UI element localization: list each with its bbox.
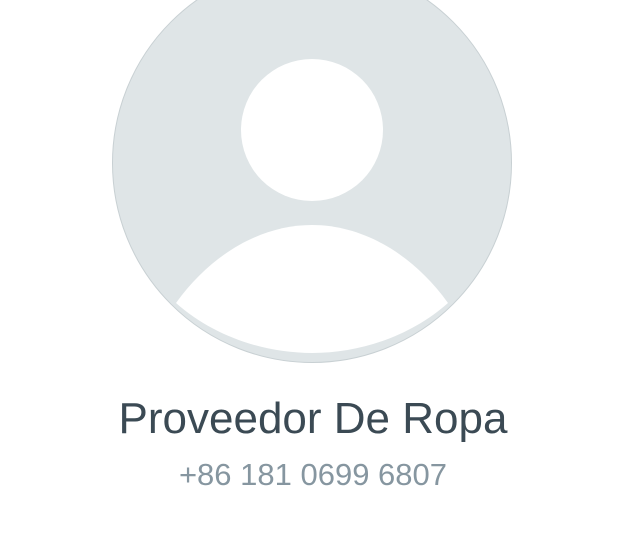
profile-photo[interactable] [112,0,512,363]
contact-phone-number: +86 181 0699 6807 [178,457,448,492]
contact-profile-header: Proveedor De Ropa +86 181 0699 6807 [0,0,626,544]
default-user-avatar-icon [112,0,512,363]
contact-name: Proveedor De Ropa [118,394,508,443]
